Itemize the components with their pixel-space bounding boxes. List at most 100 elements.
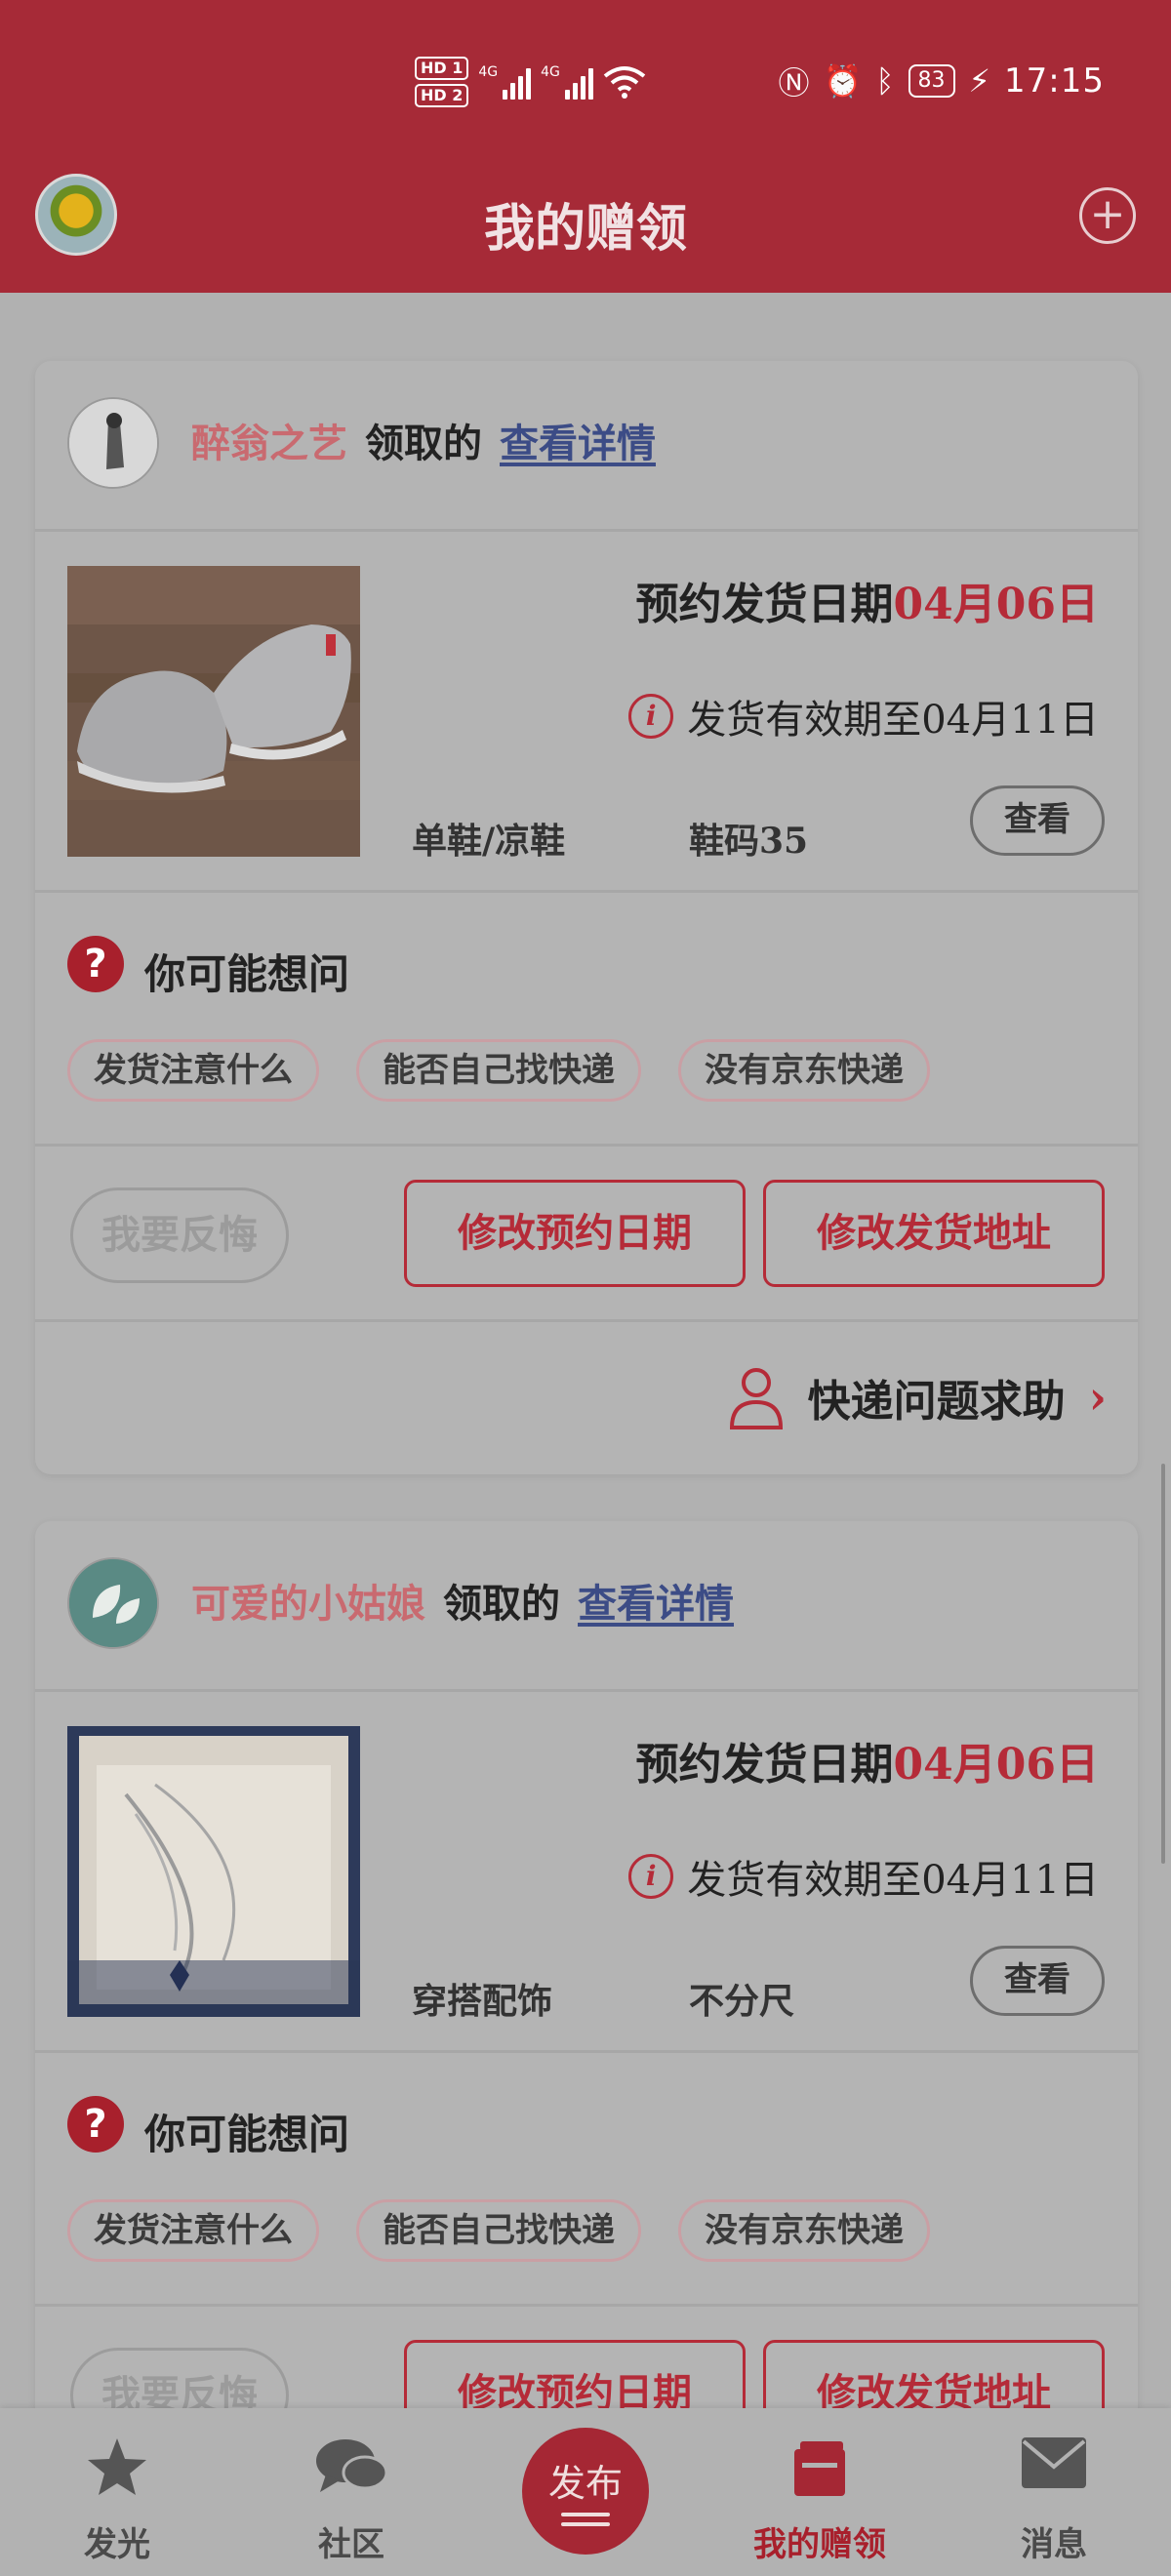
courier-help-label: 快递问题求助 [807,1377,1066,1427]
network-type-1: 4G [478,64,499,80]
nav-label: 我的赠领 [753,2525,886,2564]
nav-item-my-gifts[interactable]: 我的赠领 [722,2408,917,2576]
chevron-right-icon: › [1088,1371,1107,1424]
wifi-icon [603,66,646,99]
giver-row: 醉翁之艺 领取的 查看详情 [35,361,1138,532]
faq-chips: 发货注意什么 能否自己找快递 没有京东快递 [67,2199,930,2262]
hd2-badge: HD 2 [415,84,469,107]
regret-button[interactable]: 我要反悔 [70,1187,289,1283]
sneakers-photo [67,566,360,857]
app-header: 我的赠领 + [0,166,1171,293]
giver-line: 可爱的小姑娘 领取的 查看详情 [191,1572,734,1629]
menu-lines-icon [561,2513,610,2526]
publish-label: 发布 [547,2464,623,2505]
item-size: 鞋码35 [689,821,809,862]
item-size: 不分尺 [689,1981,795,2022]
valid-until: i 发货有效期至04月11日 [628,688,1099,745]
view-button[interactable]: 查看 [970,1946,1105,2016]
charging-icon: ⚡ [968,62,991,100]
question-icon: ? [67,2096,124,2153]
add-button[interactable]: + [1079,187,1136,244]
item-category: 穿搭配饰 [412,1981,553,2022]
item-row: 预约发货日期04月06日 i 发货有效期至04月11日 穿搭配饰 不分尺 查看 [35,1692,1138,2053]
nav-item-glow[interactable]: 发光 [20,2408,215,2576]
giver-avatar[interactable] [67,1557,159,1649]
faq-row: ? 你可能想问 发货注意什么 能否自己找快递 没有京东快递 [35,2053,1138,2307]
hd-indicators: HD 1 HD 2 [415,57,469,107]
alarm-icon: ⏰ [823,62,863,100]
signal-1-icon: 4G [478,64,532,100]
ship-date-label: 预约发货日期 [635,1740,894,1790]
ship-date: 预约发货日期04月06日 [636,569,1099,631]
hd1-badge: HD 1 [415,57,469,80]
change-date-button[interactable]: 修改预约日期 [404,1180,746,1287]
top-bar: HD 1 HD 2 4G 4G Ⓝ ⏰ ᛒ 83 ⚡ 17:15 我的赠领 + [0,0,1171,293]
giver-avatar-image [69,1559,157,1647]
nfc-icon: Ⓝ [778,64,810,101]
status-left: HD 1 HD 2 4G 4G [415,57,646,107]
envelope-icon [1022,2437,1086,2488]
item-category: 单鞋/凉鞋 [412,821,566,862]
faq-chip[interactable]: 能否自己找快递 [356,1039,641,1102]
status-bar: HD 1 HD 2 4G 4G Ⓝ ⏰ ᛒ 83 ⚡ 17:15 [0,49,1171,127]
courier-help[interactable]: 快递问题求助 › [728,1365,1107,1429]
giver-name[interactable]: 可爱的小姑娘 [191,1572,425,1629]
ship-date-value: 04月06日 [893,1740,1099,1790]
ship-date: 预约发货日期04月06日 [636,1729,1099,1791]
faq-chip[interactable]: 没有京东快递 [678,1039,930,1102]
nav-label: 社区 [318,2525,384,2564]
item-photo[interactable] [67,1726,360,2017]
giver-name[interactable]: 醉翁之艺 [191,412,347,468]
giver-avatar[interactable] [67,397,159,489]
gift-card: 可爱的小姑娘 领取的 查看详情 预约发货日期04月06日 i 发货有效期至04月… [35,1521,1138,2482]
page-title: 我的赠领 [483,199,687,259]
faq-row: ? 你可能想问 发货注意什么 能否自己找快递 没有京东快递 [35,893,1138,1147]
faq-title: 你可能想问 [144,2111,350,2158]
nav-label: 发光 [84,2525,150,2564]
faq-chip[interactable]: 发货注意什么 [67,2199,319,2262]
person-icon [729,1368,783,1429]
network-type-2: 4G [541,64,560,80]
star-icon [88,2438,146,2495]
giver-avatar-image [69,399,157,487]
chat-bubbles-icon [316,2439,388,2492]
nav-item-messages[interactable]: 消息 [956,2408,1151,2576]
info-icon: i [628,1854,674,1899]
view-button[interactable]: 查看 [970,785,1105,856]
bluetooth-icon: ᛒ [875,62,895,100]
info-icon: i [628,694,674,739]
necklace-photo [67,1726,360,2017]
faq-chip[interactable]: 能否自己找快递 [356,2199,641,2262]
view-detail-link[interactable]: 查看详情 [578,1572,734,1629]
ship-date-value: 04月06日 [893,580,1099,629]
gift-card: 醉翁之艺 领取的 查看详情 预约发货日期04月06日 i 发货有效期至04月11… [35,361,1138,1474]
item-row: 预约发货日期04月06日 i 发货有效期至04月11日 单鞋/凉鞋 鞋码35 查… [35,532,1138,893]
change-address-button[interactable]: 修改发货地址 [763,1180,1105,1287]
nav-label: 消息 [1021,2525,1087,2564]
valid-until: i 发货有效期至04月11日 [628,1848,1099,1905]
received-label: 领取的 [443,1581,560,1627]
valid-until-text: 发货有效期至04月11日 [687,698,1099,743]
clock: 17:15 [1004,61,1105,101]
question-icon: ? [67,936,124,992]
scrollbar[interactable] [1161,1464,1165,1864]
faq-chip[interactable]: 没有京东快递 [678,2199,930,2262]
view-detail-link[interactable]: 查看详情 [500,412,656,468]
faq-chips: 发货注意什么 能否自己找快递 没有京东快递 [67,1039,930,1102]
signal-2-icon: 4G [541,64,593,100]
item-photo[interactable] [67,566,360,857]
plus-circle-icon: + [1089,189,1126,239]
received-label: 领取的 [365,421,482,466]
help-row[interactable]: 快递问题求助 › [35,1322,1138,1474]
faq-chip[interactable]: 发货注意什么 [67,1039,319,1102]
battery-icon: 83 [908,64,955,98]
bottom-nav: 发光 社区 发布 我的赠领 消息 [0,2408,1171,2576]
giver-line: 醉翁之艺 领取的 查看详情 [191,412,656,468]
ship-date-label: 预约发货日期 [635,580,894,629]
status-right: Ⓝ ⏰ ᛒ 83 ⚡ 17:15 [778,59,1105,103]
nav-item-community[interactable]: 社区 [254,2408,449,2576]
action-row: 我要反悔 修改预约日期 修改发货地址 [35,1147,1138,1322]
publish-button[interactable]: 发布 [522,2428,649,2555]
giver-row: 可爱的小姑娘 领取的 查看详情 [35,1521,1138,1692]
valid-until-text: 发货有效期至04月11日 [687,1858,1099,1903]
